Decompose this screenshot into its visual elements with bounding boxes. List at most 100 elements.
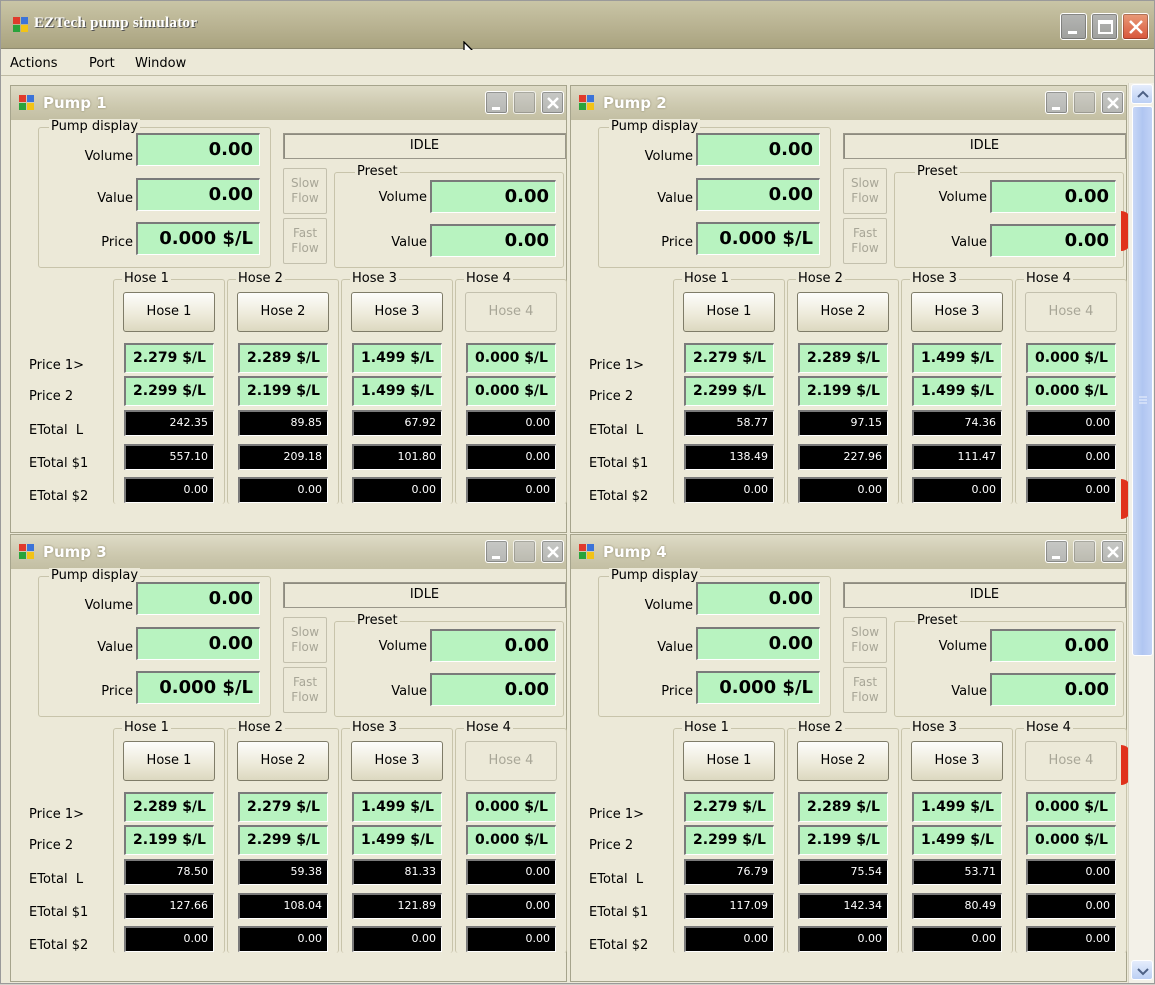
pump-window-1: Pump 1 Pump display Volume 0.00 Value 0.… <box>10 85 567 533</box>
scroll-up-button[interactable] <box>1131 84 1153 104</box>
menu-window[interactable]: Window <box>135 56 186 71</box>
price1-display: 0.000 $/L <box>1026 343 1116 373</box>
etotal-2-display: 0.00 <box>466 926 556 952</box>
preset-value-input[interactable]: 0.00 <box>430 673 556 706</box>
app-window-icon <box>19 95 34 110</box>
menu-port[interactable]: Port <box>89 56 115 71</box>
etotal-2-display: 0.00 <box>798 477 888 503</box>
etotal-2-row-label: ETotal $2 <box>29 938 89 953</box>
hose-group-label: Hose 4 <box>464 720 513 736</box>
hose-4-button: Hose 4 <box>1025 292 1117 332</box>
pump-title: Pump 1 <box>43 94 107 112</box>
close-icon <box>1129 20 1143 34</box>
close-button[interactable] <box>1101 91 1124 114</box>
price1-display: 2.279 $/L <box>684 343 774 373</box>
pump-title-bar[interactable]: Pump 2 <box>571 86 1126 120</box>
close-button[interactable] <box>541 540 564 563</box>
hose-1-button[interactable]: Hose 1 <box>683 741 775 781</box>
minimize-button[interactable] <box>1060 13 1087 40</box>
app-window-icon <box>579 95 594 110</box>
preset-value-label: Value <box>391 235 427 250</box>
scroll-down-arrow-icon <box>1137 968 1149 976</box>
price1-display: 0.000 $/L <box>466 792 556 822</box>
scrollbar-thumb[interactable] <box>1132 106 1153 656</box>
hose-3-button[interactable]: Hose 3 <box>351 292 443 332</box>
maximize-icon <box>514 92 537 115</box>
etotal-liters-display: 78.50 <box>124 859 214 885</box>
hose-3-button[interactable]: Hose 3 <box>351 741 443 781</box>
value-display: 0.00 <box>136 178 260 211</box>
title-bar[interactable]: EZTech pump simulator <box>1 1 1154 70</box>
scroll-up-arrow-icon <box>1137 90 1149 98</box>
fast-flow-button[interactable]: Fast Flow <box>283 218 327 264</box>
hose-2-button[interactable]: Hose 2 <box>797 741 889 781</box>
pump-title-bar[interactable]: Pump 4 <box>571 535 1126 569</box>
slow-flow-button[interactable]: Slow Flow <box>843 617 887 663</box>
preset-volume-input[interactable]: 0.00 <box>430 629 556 662</box>
maximize-icon <box>1098 20 1113 34</box>
pump-window-4: Pump 4 Pump display Volume 0.00 Value 0.… <box>570 534 1127 982</box>
hose-3-button[interactable]: Hose 3 <box>911 292 1003 332</box>
etotal-2-display: 0.00 <box>684 926 774 952</box>
close-button[interactable] <box>1101 540 1124 563</box>
hose-2-button[interactable]: Hose 2 <box>797 292 889 332</box>
menu-actions[interactable]: Actions <box>10 56 58 71</box>
price1-row-label: Price 1> <box>29 807 85 822</box>
hose-1-button[interactable]: Hose 1 <box>683 292 775 332</box>
slow-flow-button[interactable]: Slow Flow <box>283 168 327 214</box>
preset-value-input[interactable]: 0.00 <box>990 673 1116 706</box>
hose-1-button[interactable]: Hose 1 <box>123 292 215 332</box>
hose-1-button[interactable]: Hose 1 <box>123 741 215 781</box>
etotal-1-display: 111.47 <box>912 444 1002 470</box>
pump-panel: Pump display Volume 0.00 Value 0.00 Pric… <box>11 119 567 534</box>
fast-flow-button[interactable]: Fast Flow <box>843 667 887 713</box>
preset-value-input[interactable]: 0.00 <box>990 224 1116 257</box>
slow-flow-button[interactable]: Slow Flow <box>283 617 327 663</box>
scroll-down-button[interactable] <box>1131 960 1153 980</box>
preset-volume-input[interactable]: 0.00 <box>990 180 1116 213</box>
pump-title-bar[interactable]: Pump 3 <box>11 535 566 569</box>
etotal-liters-display: 81.33 <box>352 859 442 885</box>
etotal-2-display: 0.00 <box>912 477 1002 503</box>
pump-title-bar[interactable]: Pump 1 <box>11 86 566 120</box>
etotal-2-display: 0.00 <box>912 926 1002 952</box>
preset-volume-label: Volume <box>938 639 987 654</box>
vertical-scrollbar[interactable] <box>1128 83 1154 983</box>
etotal-1-display: 0.00 <box>466 893 556 919</box>
preset-volume-input[interactable]: 0.00 <box>990 629 1116 662</box>
preset-value-input[interactable]: 0.00 <box>430 224 556 257</box>
price-display: 0.000 $/L <box>696 671 820 704</box>
hose-2-button[interactable]: Hose 2 <box>237 741 329 781</box>
etotal-l-row-label: ETotal L <box>589 872 644 887</box>
status-display: IDLE <box>283 133 566 159</box>
etotal-1-display: 227.96 <box>798 444 888 470</box>
etotal-1-row-label: ETotal $1 <box>589 456 649 471</box>
etotal-l-row-label: ETotal L <box>589 423 644 438</box>
minimize-button[interactable] <box>1045 91 1068 114</box>
price2-display: 1.499 $/L <box>352 376 442 406</box>
volume-label: Volume <box>644 598 693 613</box>
etotal-2-row-label: ETotal $2 <box>589 938 649 953</box>
close-button[interactable] <box>541 91 564 114</box>
close-button[interactable] <box>1122 13 1149 40</box>
minimize-button[interactable] <box>485 540 508 563</box>
minimize-button[interactable] <box>485 91 508 114</box>
fast-flow-button[interactable]: Fast Flow <box>843 218 887 264</box>
hose-2-button[interactable]: Hose 2 <box>237 292 329 332</box>
fast-flow-button[interactable]: Fast Flow <box>283 667 327 713</box>
price1-display: 2.279 $/L <box>124 343 214 373</box>
etotal-liters-display: 76.79 <box>684 859 774 885</box>
price1-display: 0.000 $/L <box>466 343 556 373</box>
maximize-icon <box>1074 541 1097 564</box>
preset-volume-input[interactable]: 0.00 <box>430 180 556 213</box>
etotal-1-display: 127.66 <box>124 893 214 919</box>
minimize-button[interactable] <box>1045 540 1068 563</box>
price2-display: 2.199 $/L <box>124 825 214 855</box>
hose-3-button[interactable]: Hose 3 <box>911 741 1003 781</box>
price2-display: 0.000 $/L <box>466 825 556 855</box>
grip-icon <box>1139 396 1147 404</box>
volume-display: 0.00 <box>696 582 820 615</box>
maximize-button[interactable] <box>1091 13 1118 40</box>
slow-flow-button[interactable]: Slow Flow <box>843 168 887 214</box>
hose-group-label: Hose 3 <box>350 271 399 287</box>
